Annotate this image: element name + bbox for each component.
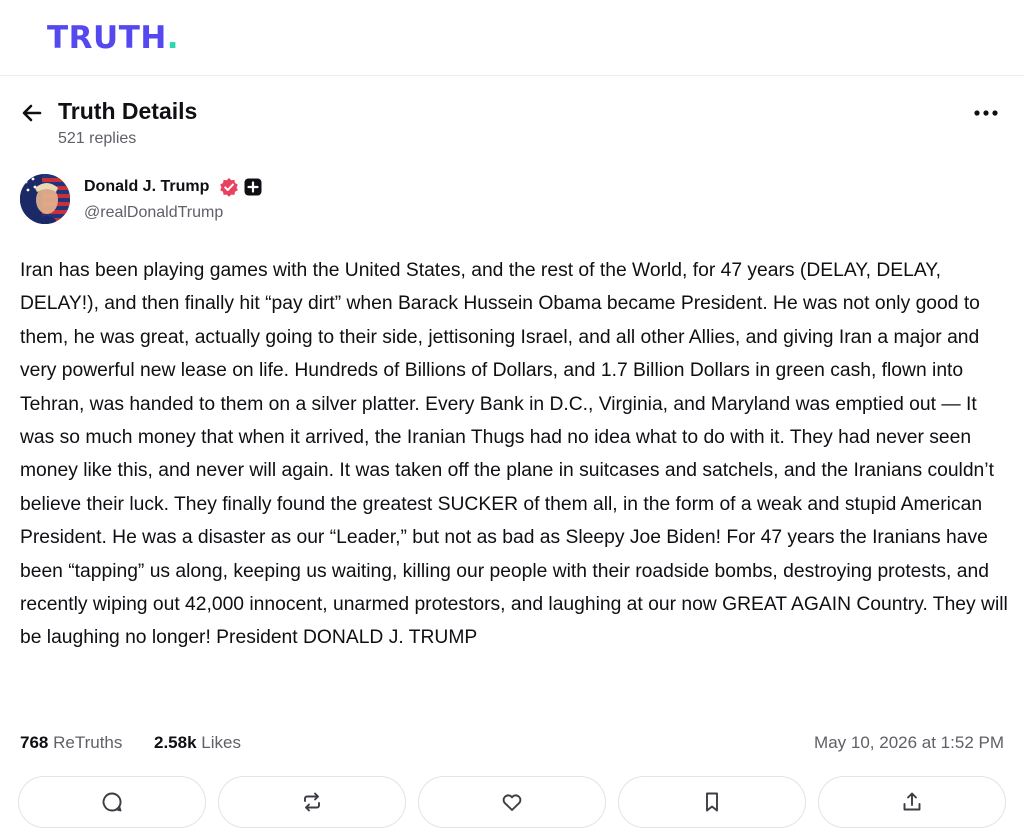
bookmark-button[interactable] bbox=[618, 776, 806, 828]
retruths-label: ReTruths bbox=[53, 733, 123, 752]
avatar-image bbox=[20, 174, 70, 224]
back-button[interactable] bbox=[18, 98, 48, 128]
more-horizontal-icon bbox=[974, 110, 998, 116]
share-button[interactable] bbox=[818, 776, 1006, 828]
logo-dot: . bbox=[166, 20, 180, 56]
share-icon bbox=[903, 792, 921, 811]
truth-logo[interactable]: TRUTH. bbox=[47, 20, 179, 56]
likes-label: Likes bbox=[201, 733, 241, 752]
verified-badge-icon bbox=[219, 177, 239, 197]
bookmark-icon bbox=[706, 792, 718, 812]
likes-count: 2.58k bbox=[154, 733, 197, 752]
top-bar: TRUTH. bbox=[0, 0, 1024, 76]
repost-icon bbox=[304, 792, 320, 812]
post-stats: 768 ReTruths 2.58k Likes May 10, 2026 at… bbox=[20, 733, 1006, 759]
logo-text: TRUTH bbox=[47, 20, 167, 56]
page-header: Truth Details 521 replies bbox=[0, 90, 1024, 160]
plus-square-icon bbox=[244, 178, 262, 196]
like-button[interactable] bbox=[418, 776, 606, 828]
comment-icon bbox=[102, 792, 122, 812]
post-timestamp: May 10, 2026 at 1:52 PM bbox=[814, 733, 1004, 752]
retruth-button[interactable] bbox=[218, 776, 406, 828]
post-author: Donald J. Trump @realDonaldTrump bbox=[20, 174, 720, 230]
more-options-button[interactable] bbox=[970, 102, 1004, 124]
page-title: Truth Details bbox=[58, 98, 198, 124]
author-name[interactable]: Donald J. Trump bbox=[84, 178, 209, 196]
heart-icon bbox=[502, 794, 522, 811]
retruths-stat[interactable]: 768 ReTruths bbox=[20, 733, 122, 753]
action-bar bbox=[18, 776, 1008, 828]
avatar[interactable] bbox=[20, 174, 70, 224]
author-handle[interactable]: @realDonaldTrump bbox=[84, 204, 223, 222]
reply-button[interactable] bbox=[18, 776, 206, 828]
retruths-count: 768 bbox=[20, 733, 49, 752]
reply-count: 521 replies bbox=[58, 130, 137, 147]
post-text: Iran has been playing games with the Uni… bbox=[20, 260, 1008, 649]
arrow-left-icon bbox=[22, 104, 42, 122]
likes-stat[interactable]: 2.58k Likes bbox=[154, 733, 241, 753]
